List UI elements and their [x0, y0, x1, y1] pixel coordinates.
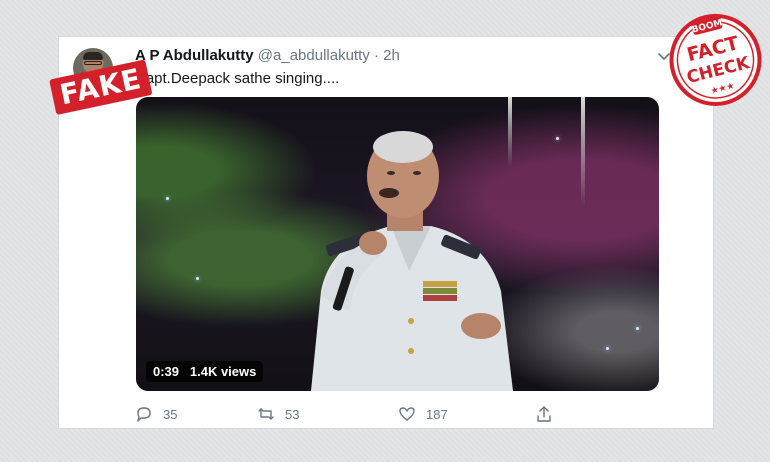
- like-count: 187: [426, 406, 448, 422]
- like-icon[interactable]: [398, 405, 416, 423]
- separator-dot: ·: [373, 47, 379, 64]
- user-handle[interactable]: @a_abdullakutty: [258, 47, 370, 64]
- retweet-count: 53: [285, 406, 300, 422]
- fake-stamp-label: FAKE: [56, 62, 145, 112]
- share-icon[interactable]: [535, 405, 553, 423]
- like-action[interactable]: 187: [398, 405, 448, 423]
- stage-light: [581, 97, 585, 207]
- tweet-actions: 35 53 187: [135, 405, 665, 425]
- sparkle: [636, 327, 639, 330]
- video-duration-views: 0:39 1.4K views: [146, 361, 264, 382]
- tweet-header: A P Abdullakutty @a_abdullakutty · 2h: [135, 47, 400, 65]
- tweet-time[interactable]: 2h: [383, 47, 400, 64]
- reply-action[interactable]: 35: [135, 405, 177, 423]
- video-duration: 0:39: [153, 364, 180, 379]
- tweet-text: Capt.Deepack sathe singing....: [135, 70, 340, 87]
- video-views: 1.4K views: [189, 364, 257, 379]
- retweet-icon[interactable]: [257, 405, 275, 423]
- sparkle: [196, 277, 199, 280]
- video-player[interactable]: 0:39 1.4K views: [136, 97, 659, 391]
- singer-figure: [311, 131, 513, 391]
- sparkle: [606, 347, 609, 350]
- fact-check-seal: BOOM FACT CHECK ★★★: [669, 13, 762, 106]
- sparkle: [556, 137, 559, 140]
- sparkle: [166, 197, 169, 200]
- retweet-action[interactable]: 53: [257, 405, 299, 423]
- share-action[interactable]: [535, 405, 553, 423]
- reply-icon[interactable]: [135, 405, 153, 423]
- reply-count: 35: [163, 406, 178, 422]
